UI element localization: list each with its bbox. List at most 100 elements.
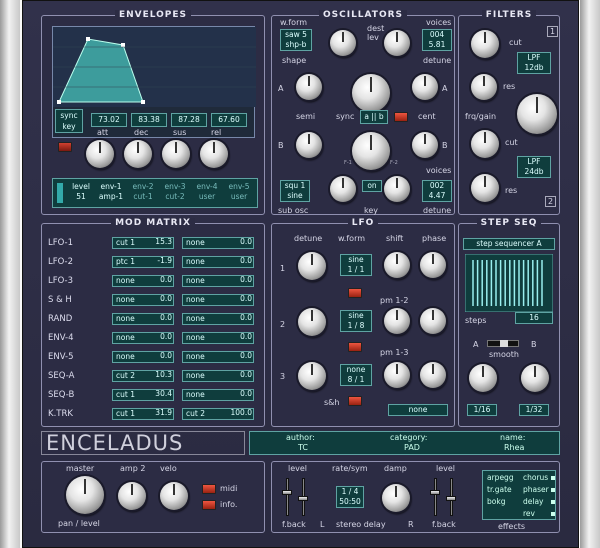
res2-label: res	[505, 186, 518, 195]
envelope-display[interactable]: sync key 73.02 83.38 87.28 67.60	[52, 26, 256, 138]
mod-amount-1: 0.0	[160, 294, 172, 303]
lfo1-detune-knob[interactable]	[298, 252, 326, 280]
effects-list[interactable]: arpegg chorus tr.gate phaser bokg delay rev	[482, 470, 556, 520]
effect-left[interactable]: arpegg	[487, 473, 514, 482]
filter-1-type[interactable]: LPF 12db	[517, 52, 551, 74]
author-label: author:	[286, 433, 315, 442]
env-led-button[interactable]	[58, 142, 72, 152]
sub-osc-waveform[interactable]: squ 1 sine	[280, 180, 310, 202]
lfo3-shift-knob[interactable]	[384, 362, 410, 388]
sub-osc-knob[interactable]	[330, 176, 356, 202]
lfo1-button[interactable]	[348, 288, 362, 298]
sus-knob[interactable]	[162, 140, 190, 168]
frq-gain-knob[interactable]	[517, 94, 557, 134]
osc-a-voices[interactable]: 004 5.81	[422, 29, 452, 51]
wform-label: w.form	[280, 18, 308, 27]
mod-amount-2: 0.0	[240, 332, 252, 341]
sh-value[interactable]: none	[388, 404, 448, 416]
osc-b-voices[interactable]: 002 4.47	[422, 180, 452, 202]
envelope-graph[interactable]	[53, 27, 256, 107]
step-seq-grid[interactable]	[465, 254, 553, 312]
osc-a-main-knob[interactable]	[352, 74, 390, 112]
osc-b-main-knob[interactable]	[352, 132, 390, 170]
dest-lev-knob[interactable]	[384, 30, 410, 56]
seq-name[interactable]: step sequencer A	[463, 238, 555, 250]
effect-left[interactable]: bokg	[487, 497, 505, 506]
effect-right[interactable]: rev	[523, 509, 535, 518]
voices2-label: voices	[426, 166, 452, 175]
patch-info-display[interactable]: author: TC category: PAD name: Rhea	[249, 431, 560, 455]
lfo3-waveform[interactable]: none 8 / 1	[340, 364, 372, 386]
filter-2-type[interactable]: LPF 24db	[517, 156, 551, 178]
master-knob[interactable]	[66, 476, 104, 514]
lfo2-button[interactable]	[348, 342, 362, 352]
seq-b-knob[interactable]	[521, 364, 549, 392]
env-routing-display[interactable]: level 51 env-1 amp-1 env-2 cut-1 env-3 c…	[52, 178, 258, 208]
mod-source: LFO-3	[48, 276, 74, 286]
osc-a-waveform[interactable]: saw 5 shp-b	[280, 29, 312, 51]
info-button[interactable]	[202, 500, 216, 510]
velo-knob[interactable]	[160, 482, 188, 510]
osc-a-cent-knob[interactable]	[412, 74, 438, 100]
pm13-label: pm 1-3	[380, 348, 409, 357]
osc-b-semi-knob[interactable]	[296, 132, 322, 158]
lfo-detune-label: detune	[294, 234, 323, 243]
mod-row: ENV-5 none 0.0 none 0.0	[42, 350, 254, 365]
side-a-right: A	[442, 84, 448, 93]
osc-a-shape-knob[interactable]	[330, 30, 356, 56]
effect-left[interactable]: tr.gate	[487, 485, 512, 494]
smooth-slider[interactable]	[487, 340, 519, 347]
lfo1-waveform[interactable]: sine 1 / 1	[340, 254, 372, 276]
effect-row[interactable]: rev	[483, 509, 557, 520]
osc-mode-button[interactable]	[394, 112, 408, 122]
steps-value[interactable]: 16	[515, 312, 553, 324]
lfo2-phase-knob[interactable]	[420, 308, 446, 334]
effect-row[interactable]: tr.gate phaser	[483, 485, 557, 496]
effect-row[interactable]: arpegg chorus	[483, 473, 557, 484]
effect-right[interactable]: chorus	[523, 473, 548, 482]
lfo2-waveform[interactable]: sine 1 / 8	[340, 310, 372, 332]
mod-amount-1: 0.0	[160, 275, 172, 284]
env-mode-display[interactable]: sync key	[55, 109, 83, 133]
lfo-title: LFO	[347, 218, 379, 228]
delay-level2-fader[interactable]	[434, 478, 437, 516]
att-label: att	[97, 128, 109, 137]
side-b-right: B	[442, 141, 448, 150]
midi-button[interactable]	[202, 484, 216, 494]
rel-knob[interactable]	[200, 140, 228, 168]
delay-level-fader[interactable]	[286, 478, 289, 516]
cut2-knob[interactable]	[471, 130, 499, 158]
osc-mode-display[interactable]: a || b	[360, 110, 388, 124]
att-knob[interactable]	[86, 140, 114, 168]
osc-a-semi-knob[interactable]	[296, 74, 322, 100]
seq-a-rate[interactable]: 1/16	[467, 404, 497, 416]
key-knob[interactable]	[384, 176, 410, 202]
delay-rate[interactable]: 1 / 4 50:50	[336, 486, 364, 508]
routing-env2: env-2 cut-1	[129, 182, 157, 204]
delay-level2-label: level	[436, 464, 456, 473]
cut1-knob[interactable]	[471, 30, 499, 58]
lfo1-shift-knob[interactable]	[384, 252, 410, 278]
effect-right[interactable]: delay	[523, 497, 544, 506]
effect-right[interactable]: phaser	[523, 485, 549, 494]
osc-b-cent-knob[interactable]	[412, 132, 438, 158]
mod-source: SEQ-B	[48, 390, 75, 400]
amp2-knob[interactable]	[118, 482, 146, 510]
semi-label: semi	[296, 112, 316, 121]
damp-knob[interactable]	[382, 484, 410, 512]
lfo2-detune-knob[interactable]	[298, 308, 326, 336]
sh-button[interactable]	[348, 396, 362, 406]
effect-row[interactable]: bokg delay	[483, 497, 557, 508]
res2-knob[interactable]	[471, 174, 499, 202]
seq-b-rate[interactable]: 1/32	[519, 404, 549, 416]
seq-a-knob[interactable]	[469, 364, 497, 392]
lfo1-phase-knob[interactable]	[420, 252, 446, 278]
lfo3-detune-knob[interactable]	[298, 362, 326, 390]
rel-label: rel	[211, 128, 222, 137]
lfo2-shift-knob[interactable]	[384, 308, 410, 334]
res1-knob[interactable]	[471, 74, 497, 100]
lfo3-phase-knob[interactable]	[420, 362, 446, 388]
key-toggle[interactable]: on	[362, 180, 382, 192]
dec-knob[interactable]	[124, 140, 152, 168]
pan-level-label: pan / level	[58, 519, 100, 528]
